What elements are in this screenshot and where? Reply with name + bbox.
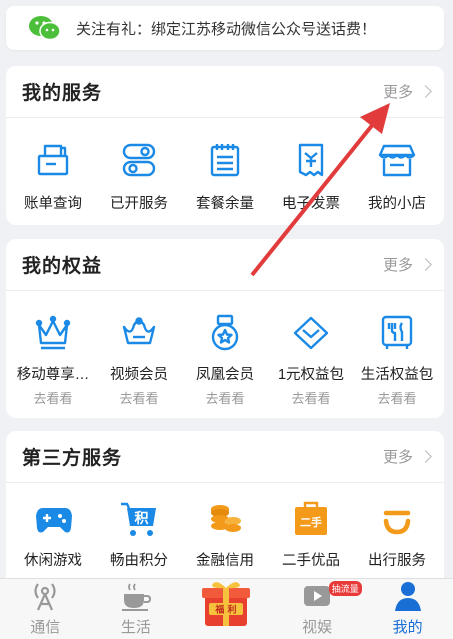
- benefit-sublabel: 去看看: [119, 391, 159, 406]
- benefit-sublabel: 去看看: [291, 391, 331, 406]
- service-bill-query[interactable]: 账单查询: [10, 140, 96, 213]
- third-party-label: 二手优品: [282, 553, 340, 569]
- bill-icon: [33, 140, 73, 180]
- service-label: 已开服务: [110, 196, 168, 212]
- service-label: 我的小店: [368, 196, 426, 212]
- third-party-label: 休闲游戏: [24, 553, 82, 569]
- third-party-finance-credit[interactable]: 金融信用: [182, 499, 268, 570]
- benefit-life-pack[interactable]: 生活权益包 去看看: [354, 313, 440, 407]
- service-my-shop[interactable]: 我的小店: [354, 140, 440, 213]
- benefit-label: 视频会员: [110, 367, 168, 383]
- signal-tower-icon: [34, 583, 56, 611]
- points-cart-icon: 积: [119, 499, 159, 539]
- secondhand-icon: 二手: [291, 499, 331, 539]
- banner-text: 关注有礼：绑定江苏移动微信公众号送话费！: [76, 20, 377, 38]
- service-e-invoice[interactable]: 电子发票: [268, 140, 354, 213]
- invoice-icon: [291, 140, 331, 180]
- dining-icon: [377, 313, 417, 353]
- benefits-title: 我的权益: [22, 256, 103, 277]
- benefits-more-link[interactable]: 更多: [382, 254, 432, 275]
- welfare-glyph: 福 利: [214, 604, 236, 616]
- coins-icon: [205, 499, 245, 539]
- third-party-casual-games[interactable]: 休闲游戏: [10, 499, 96, 570]
- service-label: 套餐余量: [196, 196, 254, 212]
- diamond-icon: [291, 313, 331, 353]
- crown-icon: [33, 313, 73, 353]
- welfare-gift-icon[interactable]: 福 利: [199, 578, 253, 630]
- points-glyph: 积: [135, 510, 149, 527]
- third-party-secondhand[interactable]: 二手 二手优品: [268, 499, 354, 570]
- didi-icon: [377, 499, 417, 539]
- benefit-sublabel: 去看看: [377, 391, 417, 406]
- benefit-sublabel: 去看看: [205, 391, 245, 406]
- coffee-icon: [121, 583, 151, 611]
- tab-communication[interactable]: 通信: [0, 579, 91, 639]
- benefit-phoenix-member[interactable]: 凤凰会员 去看看: [182, 313, 268, 407]
- wechat-icon: [28, 14, 62, 42]
- tab-badge: 抽流量: [328, 581, 362, 596]
- third-party-more-link[interactable]: 更多: [382, 446, 432, 467]
- gamepad-icon: [33, 499, 73, 539]
- tab-video-entertainment[interactable]: 抽流量 视娱: [272, 579, 363, 639]
- notepad-icon: [205, 140, 245, 180]
- third-party-label: 畅由积分: [110, 553, 168, 569]
- third-party-title: 第三方服务: [22, 448, 123, 469]
- benefit-label: 生活权益包: [360, 367, 434, 383]
- more-label: 更多: [382, 449, 413, 466]
- tab-label: 生活: [120, 619, 151, 636]
- benefit-video-member[interactable]: 视频会员 去看看: [96, 313, 182, 407]
- toggle-icon: [119, 140, 159, 180]
- service-label: 账单查询: [24, 196, 82, 212]
- tab-life[interactable]: 生活: [91, 579, 182, 639]
- service-label: 电子发票: [282, 196, 340, 212]
- benefit-label: 移动尊享…: [16, 367, 90, 383]
- my-benefits-card: 我的权益 更多 移动尊享… 去看看 视频会员 去看看 凤凰会员 去看看 1元权益…: [6, 239, 444, 418]
- services-header: 我的服务 更多: [6, 66, 444, 118]
- tab-label: 视娱: [302, 619, 333, 636]
- benefit-sublabel: 去看看: [33, 391, 73, 406]
- chevron-right-icon: [419, 258, 432, 271]
- benefit-mobile-premium[interactable]: 移动尊享… 去看看: [10, 313, 96, 407]
- third-party-label: 出行服务: [368, 553, 426, 569]
- third-party-label: 金融信用: [196, 553, 254, 569]
- service-plan-balance[interactable]: 套餐余量: [182, 140, 268, 213]
- crown-outline-icon: [119, 313, 159, 353]
- chevron-right-icon: [419, 450, 432, 463]
- chevron-right-icon: [419, 85, 432, 98]
- more-label: 更多: [382, 84, 413, 101]
- tab-label: 通信: [30, 619, 61, 636]
- third-party-travel[interactable]: 出行服务: [354, 499, 440, 570]
- user-icon: [394, 582, 421, 611]
- services-title: 我的服务: [22, 83, 103, 104]
- benefits-header: 我的权益 更多: [6, 239, 444, 291]
- third-party-services-card: 第三方服务 更多 休闲游戏 积 畅由积分 金融信用 二手 二手优品 出行服务: [6, 431, 444, 591]
- medal-icon: [205, 313, 245, 353]
- benefit-label: 1元权益包: [277, 367, 345, 383]
- more-label: 更多: [382, 257, 413, 274]
- third-party-points[interactable]: 积 畅由积分: [96, 499, 182, 570]
- tab-label: 我的: [392, 619, 423, 636]
- shop-icon: [377, 140, 417, 180]
- secondhand-glyph: 二手: [300, 515, 322, 529]
- benefit-one-yuan-pack[interactable]: 1元权益包 去看看: [268, 313, 354, 407]
- wechat-banner[interactable]: 关注有礼：绑定江苏移动微信公众号送话费！: [6, 6, 444, 50]
- benefit-label: 凤凰会员: [196, 367, 254, 383]
- tab-mine[interactable]: 我的: [362, 579, 453, 639]
- my-services-card: 我的服务 更多 账单查询 已开服务 套餐余量 电子发票 我的小店: [6, 66, 444, 225]
- third-party-header: 第三方服务 更多: [6, 431, 444, 483]
- services-more-link[interactable]: 更多: [382, 81, 432, 102]
- service-active-services[interactable]: 已开服务: [96, 140, 182, 213]
